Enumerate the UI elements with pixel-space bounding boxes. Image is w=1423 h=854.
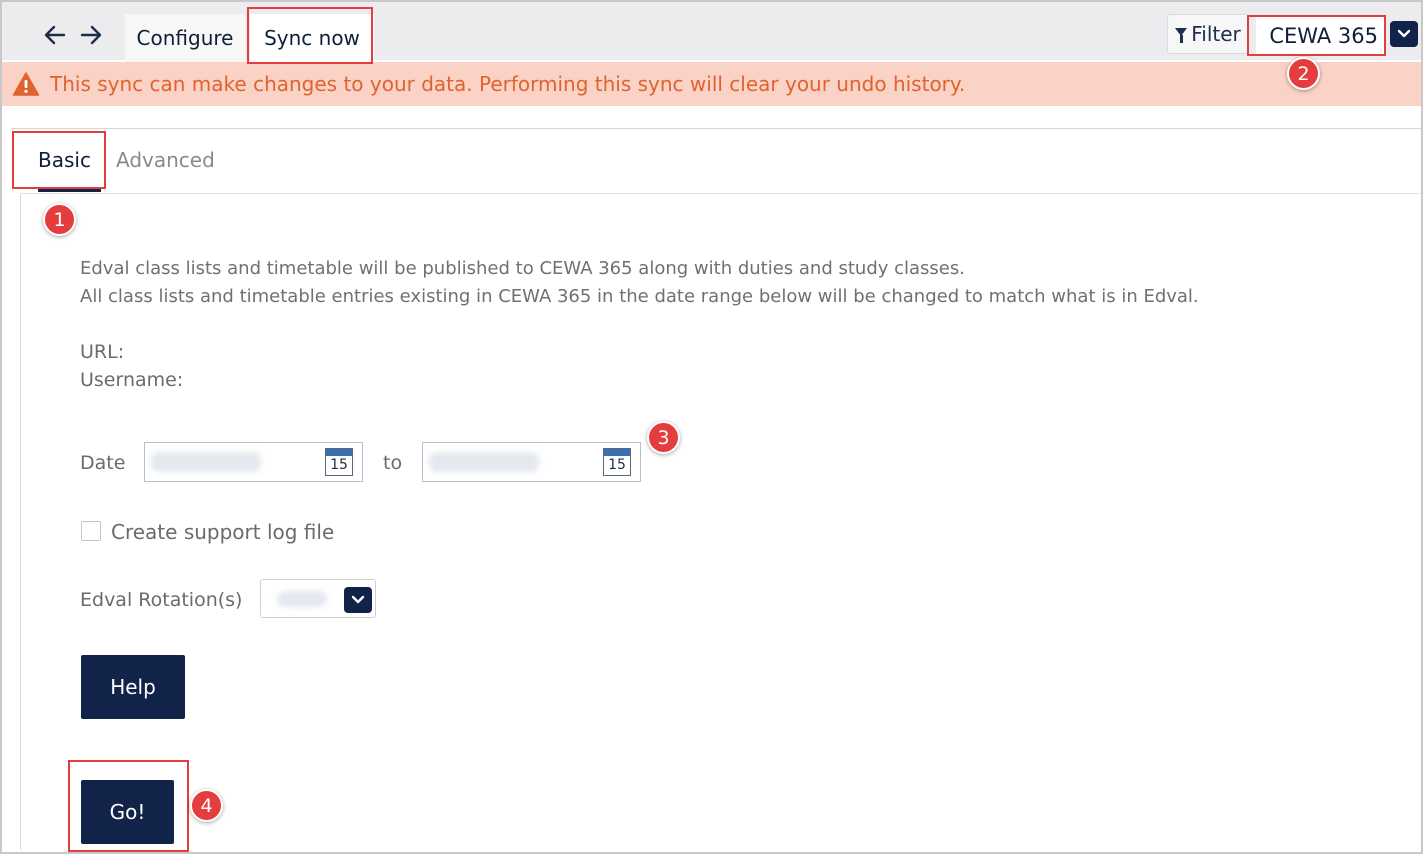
calendar-icon[interactable]: 15 — [603, 448, 631, 476]
step-badge-3: 3 — [647, 421, 680, 454]
step-badge-2: 2 — [1287, 57, 1320, 90]
top-toolbar: Configure Sync now Filter CEWA 365 — [2, 2, 1421, 62]
chevron-down-icon — [1397, 29, 1411, 38]
rotation-select-value — [277, 591, 327, 607]
subtab-basic[interactable]: Basic — [38, 148, 91, 172]
subtab-basic-indicator — [38, 189, 101, 192]
subtab-advanced[interactable]: Advanced — [116, 148, 215, 172]
warning-text: This sync can make changes to your data.… — [50, 72, 966, 96]
subtab-divider — [20, 193, 1421, 194]
support-log-checkbox[interactable] — [81, 521, 101, 541]
date-label: Date — [80, 452, 126, 474]
go-button[interactable]: Go! — [81, 780, 174, 844]
step-badge-1: 1 — [43, 203, 76, 236]
end-date-value — [429, 452, 539, 472]
description-line-2: All class lists and timetable entries ex… — [80, 286, 1199, 307]
username-label: Username: — [80, 369, 184, 391]
tab-configure-label: Configure — [136, 26, 234, 50]
rotation-label: Edval Rotation(s) — [80, 589, 243, 611]
rotation-dropdown-button[interactable] — [344, 587, 372, 613]
support-log-label: Create support log file — [111, 520, 335, 544]
calendar-icon[interactable]: 15 — [325, 448, 353, 476]
warning-banner: This sync can make changes to your data.… — [2, 62, 1421, 106]
date-to-label: to — [383, 452, 403, 474]
filter-button[interactable]: Filter — [1167, 14, 1249, 54]
tab-sync-now-label: Sync now — [264, 26, 360, 50]
chevron-down-icon — [351, 595, 365, 604]
step-badge-4: 4 — [190, 789, 223, 822]
start-date-input[interactable]: 15 — [144, 442, 363, 482]
start-date-value — [151, 452, 261, 472]
description-line-1: Edval class lists and timetable will be … — [80, 258, 965, 279]
system-dropdown-button[interactable] — [1390, 21, 1418, 47]
system-select[interactable]: CEWA 365 — [1256, 16, 1384, 56]
panel-border — [20, 195, 21, 850]
tab-sync-now[interactable]: Sync now — [250, 14, 374, 62]
panel-divider — [11, 128, 1421, 129]
arrow-left-icon[interactable] — [44, 24, 66, 50]
tab-configure[interactable]: Configure — [125, 14, 245, 62]
help-button[interactable]: Help — [81, 655, 185, 719]
system-select-value: CEWA 365 — [1269, 24, 1378, 48]
help-button-label: Help — [110, 675, 156, 699]
go-button-label: Go! — [109, 800, 146, 824]
end-date-input[interactable]: 15 — [422, 442, 641, 482]
url-label: URL: — [80, 341, 125, 363]
funnel-icon — [1175, 28, 1188, 43]
warning-triangle-icon — [12, 72, 40, 96]
filter-label: Filter — [1191, 22, 1241, 46]
arrow-right-icon[interactable] — [80, 24, 102, 50]
